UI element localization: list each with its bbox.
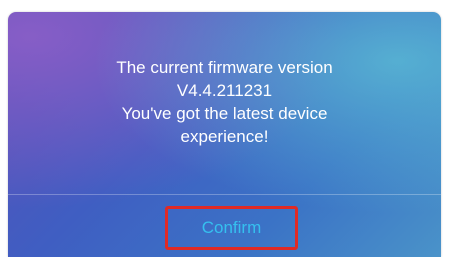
message-line-3: You've got the latest device — [121, 104, 328, 123]
message-line-1: The current firmware version — [116, 58, 333, 77]
firmware-version: V4.4.211231 — [176, 81, 273, 100]
firmware-message: The current firmware version V4.4.211231… — [8, 12, 441, 192]
message-line-4: experience! — [180, 127, 269, 146]
firmware-dialog: The current firmware version V4.4.211231… — [8, 12, 441, 257]
dialog-divider — [8, 194, 441, 195]
confirm-button[interactable]: Confirm — [165, 206, 298, 250]
